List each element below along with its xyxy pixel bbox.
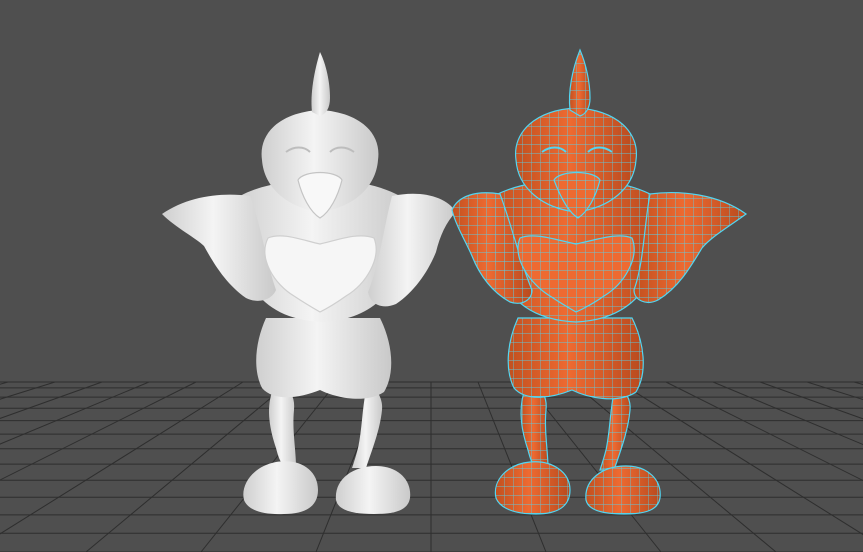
grid-line-x — [0, 381, 244, 535]
grid-line-x — [85, 381, 291, 552]
sculpt-left-leg — [269, 388, 296, 466]
grid-line-x — [0, 381, 150, 445]
grid-line-x — [665, 381, 863, 482]
sculpt-right-leg — [352, 388, 383, 468]
3d-viewport[interactable] — [0, 0, 863, 552]
grid-line-x — [618, 381, 863, 536]
grid-line-x — [853, 381, 863, 386]
sculpt-hips — [256, 318, 392, 399]
topology-wire-overlay — [452, 50, 746, 514]
sculpt-crest — [311, 52, 330, 116]
grid-line-x — [712, 381, 863, 446]
sculpt-left-foot — [243, 461, 318, 515]
topology-model[interactable] — [451, 48, 748, 515]
viewport-scene — [0, 48, 863, 552]
sculpt-model[interactable] — [162, 52, 456, 515]
grid-line-x — [0, 381, 9, 385]
grid-line-x — [0, 381, 56, 400]
ground-grid — [0, 381, 863, 552]
